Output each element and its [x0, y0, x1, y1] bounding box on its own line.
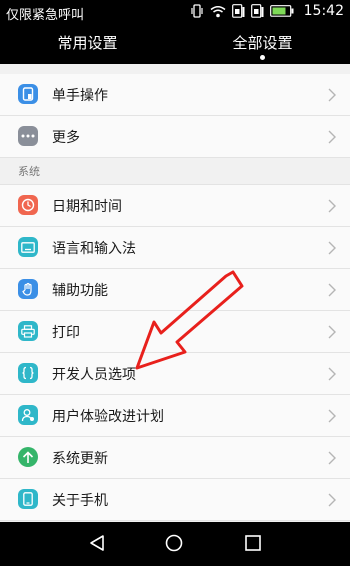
vibrate-icon	[190, 4, 204, 18]
hand-icon	[18, 279, 38, 299]
clock-icon	[18, 195, 38, 215]
wifi-icon	[210, 5, 226, 18]
chevron-right-icon	[328, 282, 336, 301]
one-hand-icon	[18, 84, 38, 104]
status-icons: 15:42	[190, 3, 344, 19]
printer-icon	[18, 321, 38, 341]
user-icon	[18, 405, 38, 425]
list-item-label: 日期和时间	[52, 199, 122, 215]
list-item-about-phone[interactable]: 关于手机	[0, 479, 350, 521]
list-item-user-experience[interactable]: 用户体验改进计划	[0, 395, 350, 437]
list-item-system-update[interactable]: 系统更新	[0, 437, 350, 479]
list-item-date-time[interactable]: 日期和时间	[0, 185, 350, 227]
tab-active-indicator	[260, 55, 265, 60]
status-bar: 仅限紧急呼叫 15:42	[0, 0, 350, 24]
keyboard-icon	[18, 237, 38, 257]
list-item-accessibility[interactable]: 辅助功能	[0, 269, 350, 311]
chevron-right-icon	[328, 87, 336, 106]
list-item-label: 语言和输入法	[52, 241, 136, 257]
settings-list[interactable]: 单手操作 更多 系统 日期和时间 语言和输入法 辅助功能 打印 开发人员选项 用…	[0, 64, 350, 522]
chevron-right-icon	[328, 450, 336, 469]
section-title: 系统	[18, 165, 40, 178]
tab-common-settings[interactable]: 常用设置	[0, 24, 175, 64]
back-icon[interactable]	[88, 534, 106, 556]
phone-icon	[18, 489, 38, 509]
chevron-right-icon	[328, 198, 336, 217]
list-item-more[interactable]: 更多	[0, 116, 350, 158]
list-item-label: 系统更新	[52, 451, 108, 467]
navigation-bar	[0, 522, 350, 566]
list-item-label: 辅助功能	[52, 283, 108, 299]
arrow-up-icon	[18, 447, 38, 467]
recents-icon[interactable]	[244, 534, 262, 556]
list-item-language-input[interactable]: 语言和输入法	[0, 227, 350, 269]
list-item-label: 单手操作	[52, 88, 108, 104]
chevron-right-icon	[328, 129, 336, 148]
list-item-label: 打印	[52, 325, 80, 341]
clock-text: 15:42	[303, 3, 344, 19]
tab-all-settings-label: 全部设置	[232, 34, 293, 52]
list-item-label: 用户体验改进计划	[52, 409, 164, 425]
chevron-right-icon	[328, 324, 336, 343]
list-item-label: 更多	[52, 130, 80, 146]
list-item-label: 关于手机	[52, 493, 108, 509]
battery-icon	[269, 5, 294, 17]
braces-icon	[18, 363, 38, 383]
tab-bar: 常用设置 全部设置	[0, 24, 350, 64]
carrier-text: 仅限紧急呼叫	[6, 8, 85, 23]
home-icon[interactable]	[165, 534, 183, 556]
chevron-right-icon	[328, 492, 336, 511]
more-dots-icon	[18, 126, 38, 146]
list-item-label: 开发人员选项	[52, 367, 136, 383]
list-item-one-hand[interactable]: 单手操作	[0, 74, 350, 116]
sim2-icon	[250, 4, 264, 18]
chevron-right-icon	[328, 240, 336, 259]
chevron-right-icon	[328, 366, 336, 385]
sim1-icon	[231, 4, 245, 18]
section-header-system: 系统	[0, 158, 350, 185]
chevron-right-icon	[328, 408, 336, 427]
tab-all-settings[interactable]: 全部设置	[175, 24, 350, 64]
list-item-print[interactable]: 打印	[0, 311, 350, 353]
list-item-developer-options[interactable]: 开发人员选项	[0, 353, 350, 395]
